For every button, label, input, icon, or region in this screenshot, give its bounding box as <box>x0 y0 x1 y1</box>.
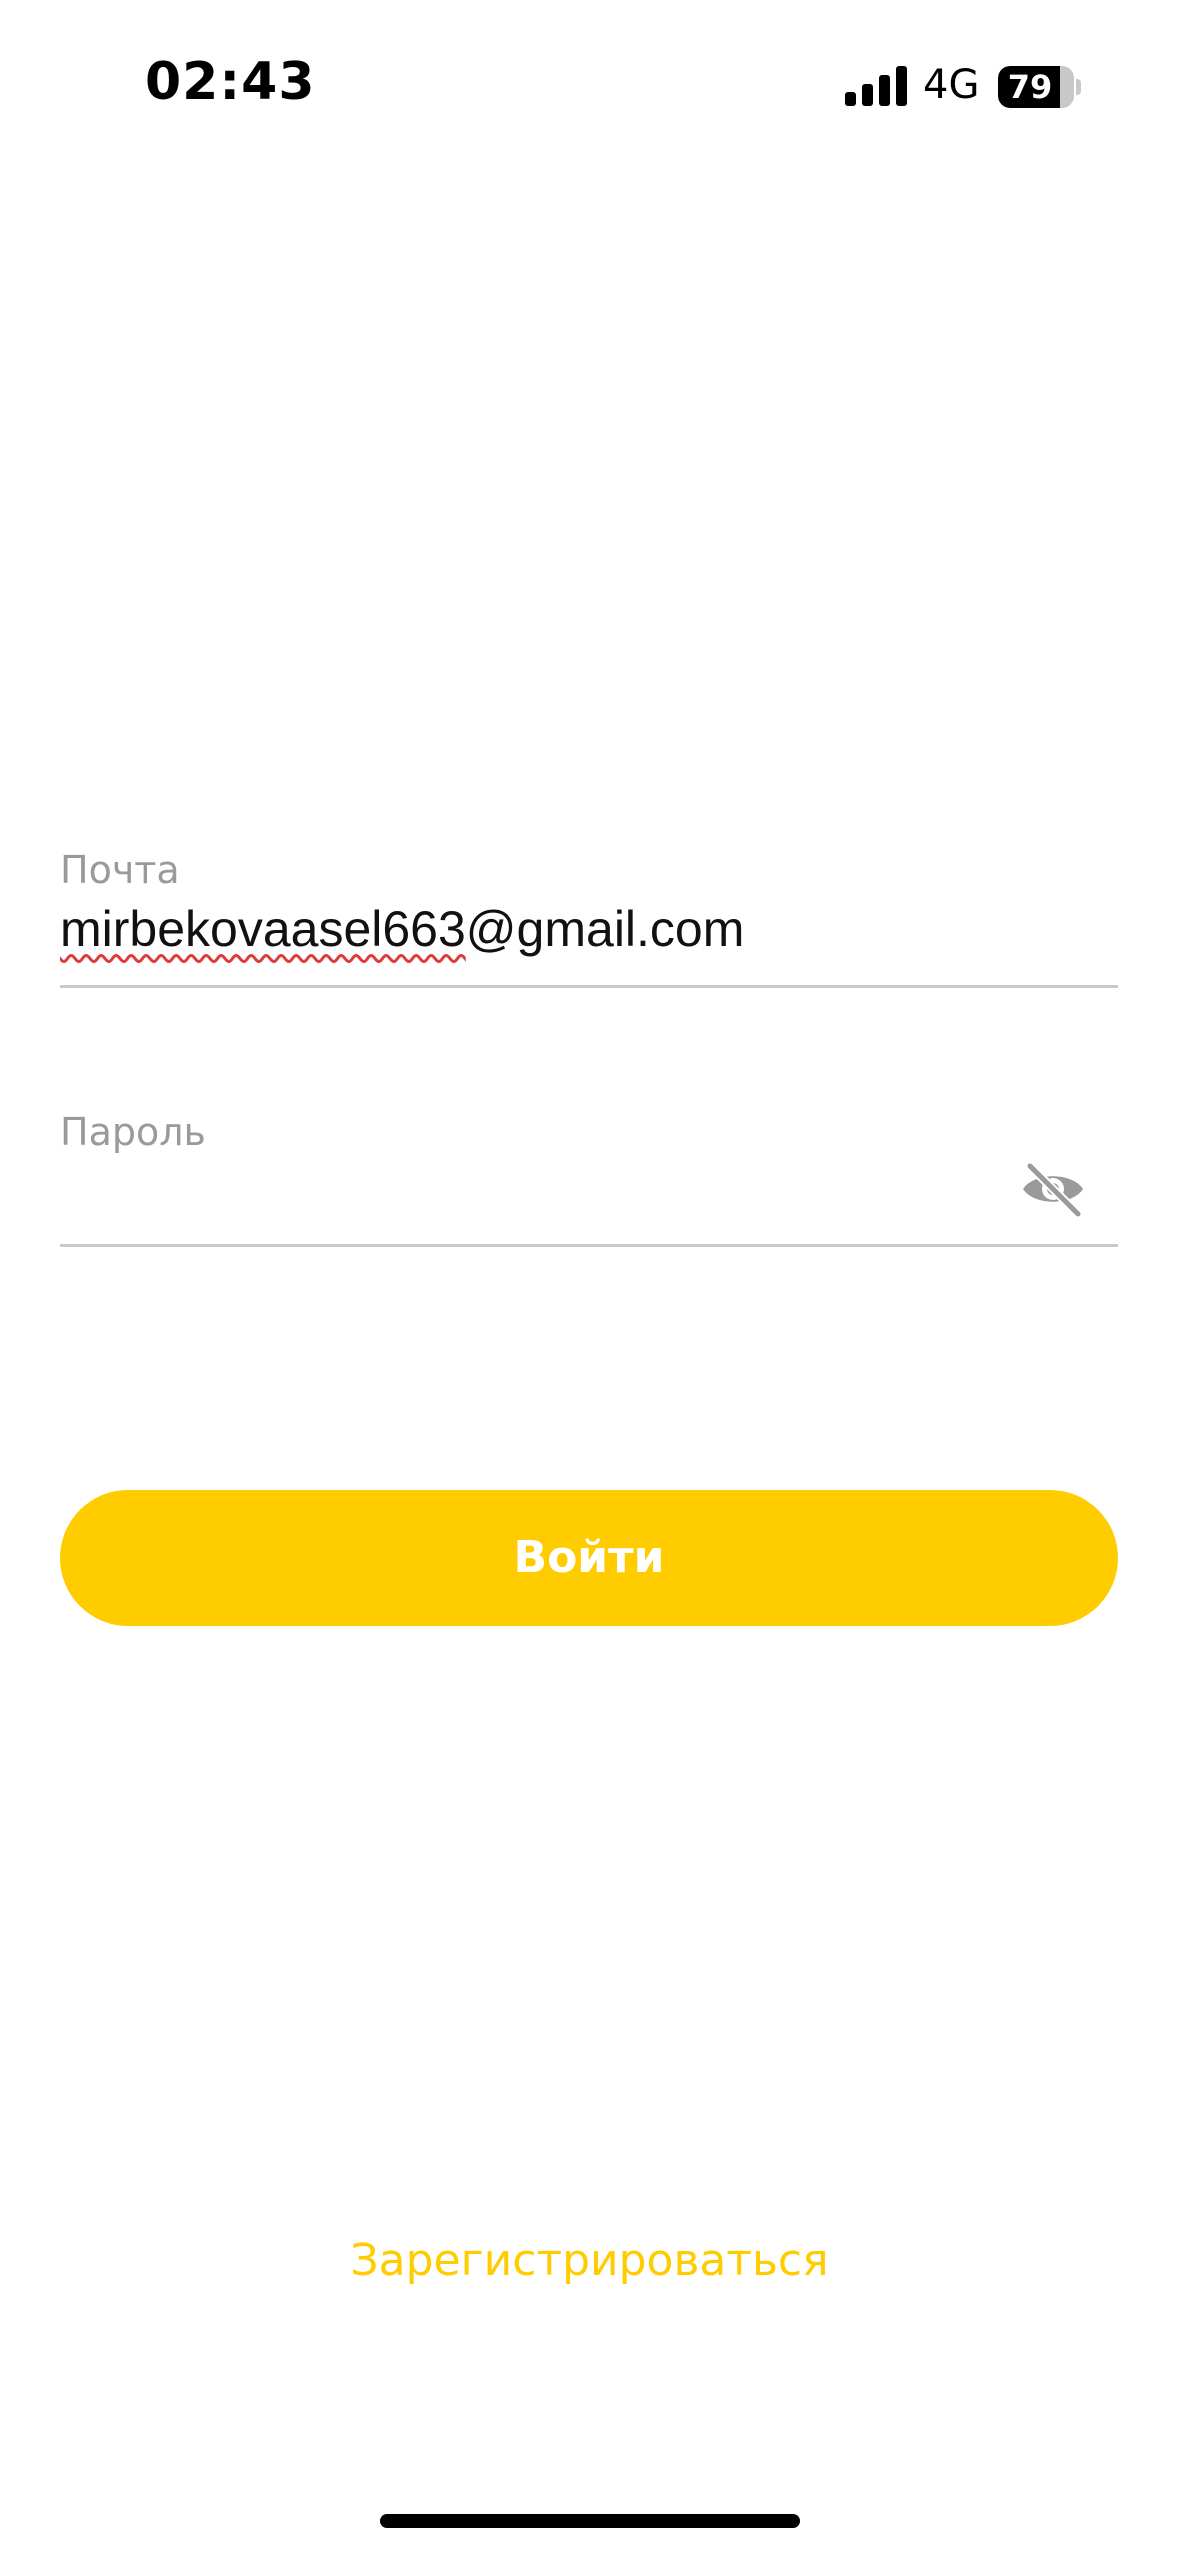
status-time: 02:43 <box>145 52 316 112</box>
battery-icon: 79 <box>998 66 1081 108</box>
battery-percent: 79 <box>1007 68 1053 106</box>
password-field[interactable] <box>60 1165 1000 1225</box>
network-type: 4G <box>923 62 980 108</box>
home-indicator[interactable] <box>380 2514 800 2528</box>
email-underline <box>60 985 1118 988</box>
password-underline <box>60 1244 1118 1247</box>
login-button[interactable]: Войти <box>60 1490 1118 1626</box>
battery-cap <box>1076 79 1081 95</box>
status-bar: 02:43 4G 79 <box>0 0 1179 175</box>
register-link[interactable]: Зарегистрироваться <box>0 2235 1179 2286</box>
eye-off-icon[interactable] <box>1020 1160 1086 1218</box>
email-field[interactable]: mirbekovaasel663@gmail.com <box>60 900 744 958</box>
email-value-misspelled: mirbekovaasel663 <box>60 901 466 957</box>
password-label: Пароль <box>60 1110 206 1154</box>
battery-body: 79 <box>998 66 1074 108</box>
cellular-signal-icon <box>845 66 907 106</box>
email-value-domain: @gmail.com <box>465 901 745 957</box>
email-label: Почта <box>60 848 180 892</box>
